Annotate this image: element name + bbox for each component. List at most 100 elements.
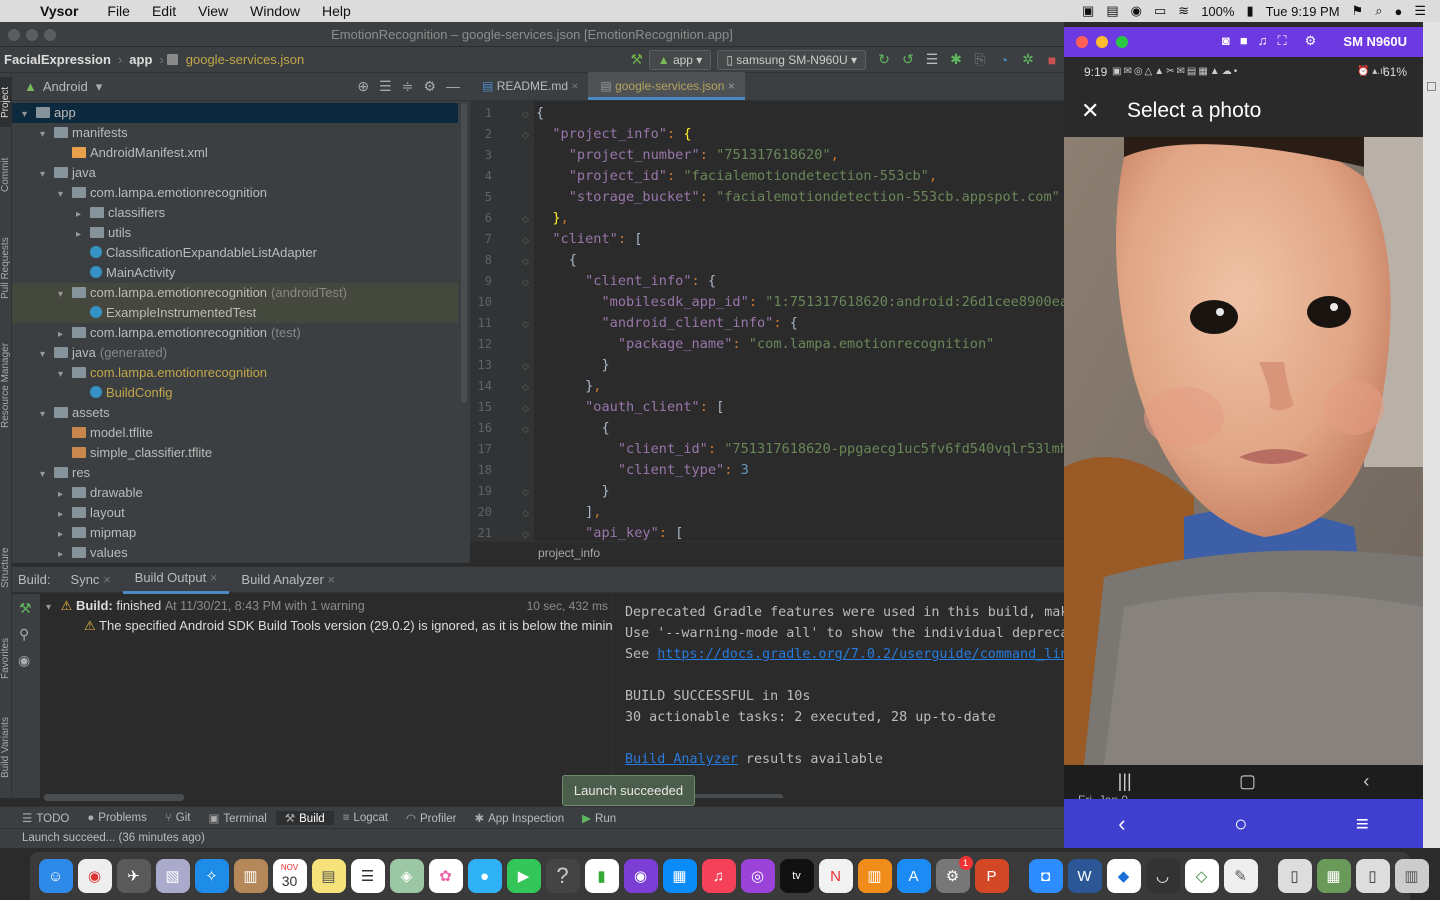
fold-marker-icon[interactable]: ◇: [522, 487, 532, 498]
fold-marker-icon[interactable]: ◇: [522, 277, 532, 288]
fold-marker-icon[interactable]: ◇: [522, 508, 532, 519]
word-icon[interactable]: W: [1067, 859, 1102, 893]
chevron-right-icon[interactable]: ▸: [58, 485, 72, 505]
apply-changes-icon[interactable]: ↺: [896, 51, 920, 68]
side-tab-structure[interactable]: Structure: [0, 543, 12, 593]
side-tab-build-variants[interactable]: Build Variants: [0, 708, 12, 788]
spotlight-icon[interactable]: ⌕: [1375, 3, 1382, 19]
breadcrumb-module[interactable]: app: [125, 52, 156, 67]
screenshot-icon[interactable]: ◙: [1222, 33, 1230, 49]
gear-icon[interactable]: ⚙: [423, 78, 436, 95]
tree-item[interactable]: ▾ java (generated): [12, 343, 458, 363]
chevron-down-icon[interactable]: ▾: [40, 125, 54, 145]
tree-item[interactable]: ▸ layout: [12, 503, 458, 523]
home-icon[interactable]: ▢: [1239, 771, 1256, 792]
reminders-icon[interactable]: ☰: [350, 859, 385, 893]
hammer-icon[interactable]: ⚒: [19, 600, 32, 617]
side-tab-project[interactable]: Project: [0, 77, 12, 127]
fold-marker-icon[interactable]: ◇: [522, 529, 532, 540]
siri-icon[interactable]: ◉: [623, 859, 658, 893]
tree-item[interactable]: MainActivity: [12, 263, 458, 283]
editor-breadcrumb[interactable]: project_info: [470, 541, 1064, 563]
audio-icon[interactable]: ♫: [1258, 33, 1268, 49]
tool-build[interactable]: ⚒ Build: [275, 810, 334, 825]
baby-photo[interactable]: ⌕: [1064, 137, 1423, 765]
side-tab-commit[interactable]: Commit: [0, 145, 12, 205]
fold-marker-icon[interactable]: ◇: [522, 403, 532, 414]
numbers-icon[interactable]: ▮: [584, 859, 619, 893]
build-tree-scrollbar[interactable]: [44, 794, 184, 801]
code-area[interactable]: { "project_info": { "project_number": "7…: [536, 101, 1064, 541]
tree-item[interactable]: ▸ classifiers: [12, 203, 458, 223]
tab-google-services[interactable]: ▤ google-services.json ×: [588, 72, 745, 100]
project-scrollbar[interactable]: [461, 103, 467, 403]
chevron-down-icon[interactable]: ▾: [22, 105, 36, 125]
tree-item[interactable]: ExampleInstrumentedTest: [12, 303, 458, 323]
tab-sync[interactable]: Sync ×: [59, 567, 123, 593]
app-store-icon[interactable]: A: [896, 859, 931, 893]
textedit-icon[interactable]: ✎: [1223, 859, 1258, 893]
tree-item[interactable]: ▾ res: [12, 463, 458, 483]
side-tab-favorites[interactable]: Favorites: [0, 623, 12, 693]
expand-all-icon[interactable]: ☰: [379, 78, 392, 95]
zoom-app-icon[interactable]: ◘: [1028, 859, 1063, 893]
tree-item[interactable]: ▸ drawable: [12, 483, 458, 503]
tree-item[interactable]: ▾ assets: [12, 403, 458, 423]
tree-item[interactable]: ▾ manifests: [12, 123, 458, 143]
tree-item[interactable]: ▾ java: [12, 163, 458, 183]
books-icon[interactable]: ▥: [857, 859, 892, 893]
menu-file[interactable]: File: [96, 3, 141, 19]
tree-item[interactable]: AndroidManifest.xml: [12, 143, 458, 163]
eye-icon[interactable]: ◉: [18, 652, 30, 669]
wifi-icon[interactable]: ≋: [1178, 3, 1189, 19]
profile-icon[interactable]: ◔: [992, 52, 1016, 68]
breadcrumb-project[interactable]: FacialExpression: [0, 52, 115, 67]
powerpoint-icon[interactable]: P: [974, 859, 1009, 893]
tree-item[interactable]: ClassificationExpandableListAdapter: [12, 243, 458, 263]
tool-profiler[interactable]: ◠ Profiler: [397, 811, 465, 825]
tab-build-output[interactable]: Build Output ×: [122, 565, 230, 594]
build-warning-row[interactable]: ⚠ The specified Android SDK Build Tools …: [84, 616, 612, 636]
calendar-icon[interactable]: NOV 30: [272, 859, 307, 893]
fullscreen-icon[interactable]: ⛶: [1277, 33, 1286, 49]
gradle-docs-link[interactable]: https://docs.gradle.org/7.0.2/userguide/…: [657, 647, 1064, 662]
launchpad-icon[interactable]: ✈: [116, 859, 151, 893]
creative-cloud-icon[interactable]: ◉: [1131, 3, 1142, 19]
contacts-icon[interactable]: ▥: [233, 859, 268, 893]
output-scrollbar[interactable]: [683, 794, 783, 798]
tree-item[interactable]: ▾ com.lampa.emotionrecognition: [12, 363, 458, 383]
music-icon[interactable]: ♫: [701, 859, 736, 893]
chevron-down-icon[interactable]: ▾: [58, 365, 72, 385]
fold-marker-icon[interactable]: ◇: [522, 319, 532, 330]
airplay-icon[interactable]: ▭: [1154, 3, 1166, 19]
chevron-down-icon[interactable]: ▾: [88, 79, 103, 95]
fold-marker-icon[interactable]: ◇: [522, 109, 532, 120]
flag-icon[interactable]: ⚑: [1352, 3, 1364, 19]
menu-app-name[interactable]: Vysor: [40, 3, 96, 19]
project-view-select[interactable]: Android: [43, 79, 88, 94]
hammer-icon[interactable]: ⚒: [625, 51, 649, 68]
back-icon[interactable]: ‹: [1363, 771, 1369, 792]
home-icon[interactable]: ○: [1234, 811, 1247, 837]
gear-icon[interactable]: ⚙: [1305, 33, 1317, 49]
document-icon[interactable]: ▯: [1277, 859, 1312, 893]
tool-problems[interactable]: ● Problems: [78, 812, 156, 824]
news-icon[interactable]: N: [818, 859, 853, 893]
tab-build-analyzer[interactable]: Build Analyzer ×: [229, 567, 347, 593]
trash-icon[interactable]: ▥: [1394, 859, 1429, 893]
vysor-status-icon[interactable]: ▣: [1082, 3, 1094, 19]
run-config-select[interactable]: ▲ app ▾: [648, 49, 712, 70]
notes-icon[interactable]: ▤: [311, 859, 346, 893]
tree-item[interactable]: ▾ com.lampa.emotionrecognition (androidTes…: [12, 283, 458, 303]
minimize-window-icon[interactable]: [26, 29, 38, 41]
back-icon[interactable]: ‹: [1118, 811, 1125, 837]
fold-marker-icon[interactable]: ◇: [522, 382, 532, 393]
tree-item[interactable]: simple_classifier.tflite: [12, 443, 458, 463]
chevron-right-icon[interactable]: ▸: [58, 505, 72, 525]
preview-icon[interactable]: ▧: [155, 859, 190, 893]
tree-item[interactable]: BuildConfig: [12, 383, 458, 403]
keynote-icon[interactable]: ▦: [662, 859, 697, 893]
menu-icon[interactable]: ≡: [1356, 811, 1369, 837]
chevron-down-icon[interactable]: ▾: [58, 185, 72, 205]
tab-readme[interactable]: ▤ README.md ×: [470, 72, 588, 100]
